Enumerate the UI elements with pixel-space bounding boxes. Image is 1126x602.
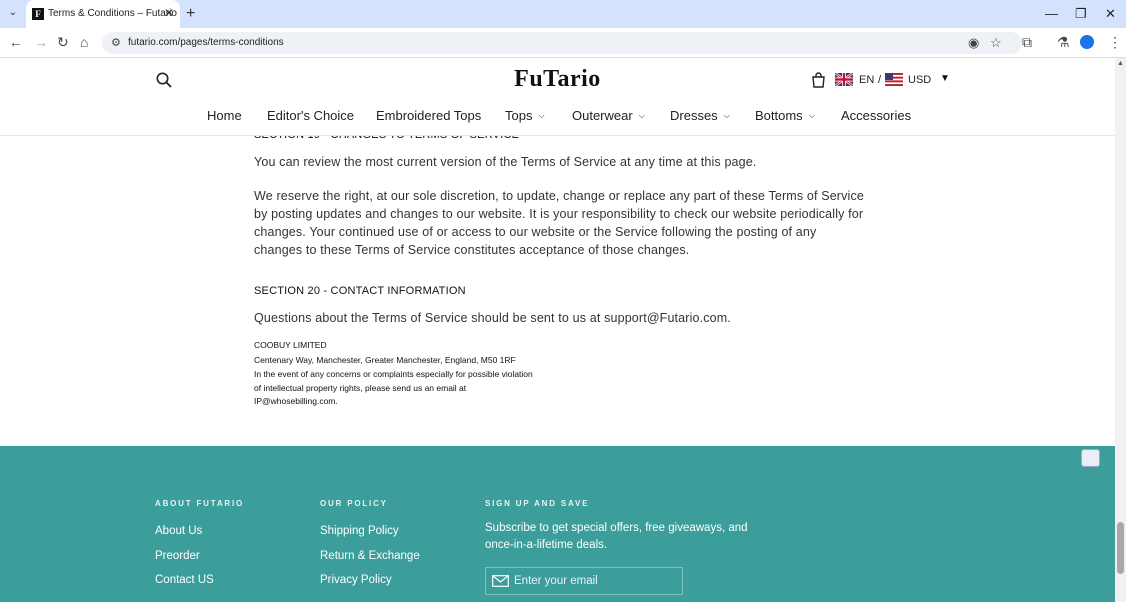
company-name: COOBUY LIMITED xyxy=(254,340,327,350)
chevron-down-icon: ⌵ xyxy=(808,111,815,120)
page-scrollbar[interactable]: ▲ xyxy=(1115,58,1126,602)
eye-off-icon[interactable]: ◉ xyxy=(968,35,979,51)
site-info-icon[interactable]: ⚙ xyxy=(111,36,121,49)
close-window-icon[interactable]: ✕ xyxy=(1105,6,1116,22)
nav-home[interactable]: Home xyxy=(207,108,242,123)
section-19-paragraph-2: We reserve the right, at our sole discre… xyxy=(254,189,864,257)
extensions-icon[interactable]: ⧉ xyxy=(1022,34,1032,51)
restore-icon[interactable]: ❐ xyxy=(1075,6,1087,22)
labs-icon[interactable]: ⚗ xyxy=(1057,34,1070,51)
more-menu-icon[interactable]: ⋮ xyxy=(1108,34,1122,51)
site-header: FuTario EN / USD ▼ Home Editor's Choice … xyxy=(0,58,1115,136)
minimize-icon[interactable]: — xyxy=(1045,6,1058,21)
browser-tab[interactable]: F Terms & Conditions – Futario ✕ xyxy=(26,0,180,28)
chevron-down-icon: ⌵ xyxy=(638,111,645,120)
reload-icon[interactable]: ↻ xyxy=(57,34,69,51)
section-20-paragraph-1: Questions about the Terms of Service sho… xyxy=(254,311,731,325)
language-label[interactable]: EN xyxy=(859,74,874,86)
omnibox[interactable]: ⚙ futario.com/pages/terms-conditions ◉ ☆ xyxy=(102,32,1022,54)
tab-search-icon[interactable]: ⌄ xyxy=(6,7,20,21)
footer-link-shipping-policy[interactable]: Shipping Policy xyxy=(320,525,399,537)
home-icon[interactable]: ⌂ xyxy=(80,34,88,50)
gift-widget-icon[interactable] xyxy=(1081,449,1100,467)
company-address: Centenary Way, Manchester, Greater Manch… xyxy=(254,355,516,365)
footer-signup-heading: SIGN UP AND SAVE xyxy=(485,499,590,508)
address-bar-row: ← → ↻ ⌂ ⚙ futario.com/pages/terms-condit… xyxy=(0,28,1126,58)
footer-link-about-us[interactable]: About Us xyxy=(155,525,202,537)
scroll-up-icon[interactable]: ▲ xyxy=(1117,60,1124,67)
currency-label[interactable]: USD xyxy=(908,74,931,86)
bookmark-star-icon[interactable]: ☆ xyxy=(990,35,1002,51)
nav-embroidered-tops[interactable]: Embroidered Tops xyxy=(376,108,481,123)
main-nav: Home Editor's Choice Embroidered Tops To… xyxy=(0,108,1115,128)
footer-policy-heading: OUR POLICY xyxy=(320,499,388,508)
scrollbar-thumb[interactable] xyxy=(1117,522,1124,574)
chevron-down-icon: ⌵ xyxy=(723,111,730,120)
nav-bottoms[interactable]: Bottoms ⌵ xyxy=(755,108,815,123)
site-footer: ABOUT FUTARIO About Us Preorder Contact … xyxy=(0,446,1115,602)
section-20-heading: SECTION 20 - CONTACT INFORMATION xyxy=(254,285,466,297)
favicon-icon: F xyxy=(32,8,44,20)
new-tab-icon[interactable]: + xyxy=(186,5,195,23)
nav-tops[interactable]: Tops ⌵ xyxy=(505,108,545,123)
footer-link-preorder[interactable]: Preorder xyxy=(155,550,200,562)
locale-dropdown-caret-icon[interactable]: ▼ xyxy=(940,73,950,84)
envelope-icon xyxy=(492,575,509,587)
forward-icon[interactable]: → xyxy=(34,34,48,50)
cart-icon[interactable] xyxy=(811,72,826,88)
profile-avatar-icon[interactable] xyxy=(1080,35,1094,49)
section-19-paragraph-1: You can review the most current version … xyxy=(254,155,757,169)
footer-about-heading: ABOUT FUTARIO xyxy=(155,499,245,508)
ip-notice: In the event of any concerns or complain… xyxy=(254,369,533,406)
email-input[interactable] xyxy=(514,573,674,589)
nav-accessories[interactable]: Accessories xyxy=(841,108,911,123)
nav-editors-choice[interactable]: Editor's Choice xyxy=(267,108,354,123)
footer-signup-text: Subscribe to get special offers, free gi… xyxy=(485,522,748,551)
lang-currency-separator: / xyxy=(878,74,882,86)
back-icon[interactable]: ← xyxy=(9,34,23,50)
us-flag-icon[interactable] xyxy=(885,73,903,86)
nav-dresses[interactable]: Dresses ⌵ xyxy=(670,108,730,123)
tab-close-icon[interactable]: ✕ xyxy=(164,6,174,20)
footer-link-return-exchange[interactable]: Return & Exchange xyxy=(320,550,420,562)
email-signup-box xyxy=(485,567,683,595)
browser-tab-bar: ⌄ F Terms & Conditions – Futario ✕ + — ❐… xyxy=(0,0,1126,28)
nav-outerwear[interactable]: Outerwear ⌵ xyxy=(572,108,645,123)
footer-link-privacy-policy[interactable]: Privacy Policy xyxy=(320,574,392,586)
footer-link-contact-us[interactable]: Contact US xyxy=(155,574,214,586)
uk-flag-icon[interactable] xyxy=(835,73,853,86)
url-text[interactable]: futario.com/pages/terms-conditions xyxy=(128,37,284,48)
tab-title: Terms & Conditions – Futario xyxy=(48,8,177,19)
chevron-down-icon: ⌵ xyxy=(538,111,545,120)
